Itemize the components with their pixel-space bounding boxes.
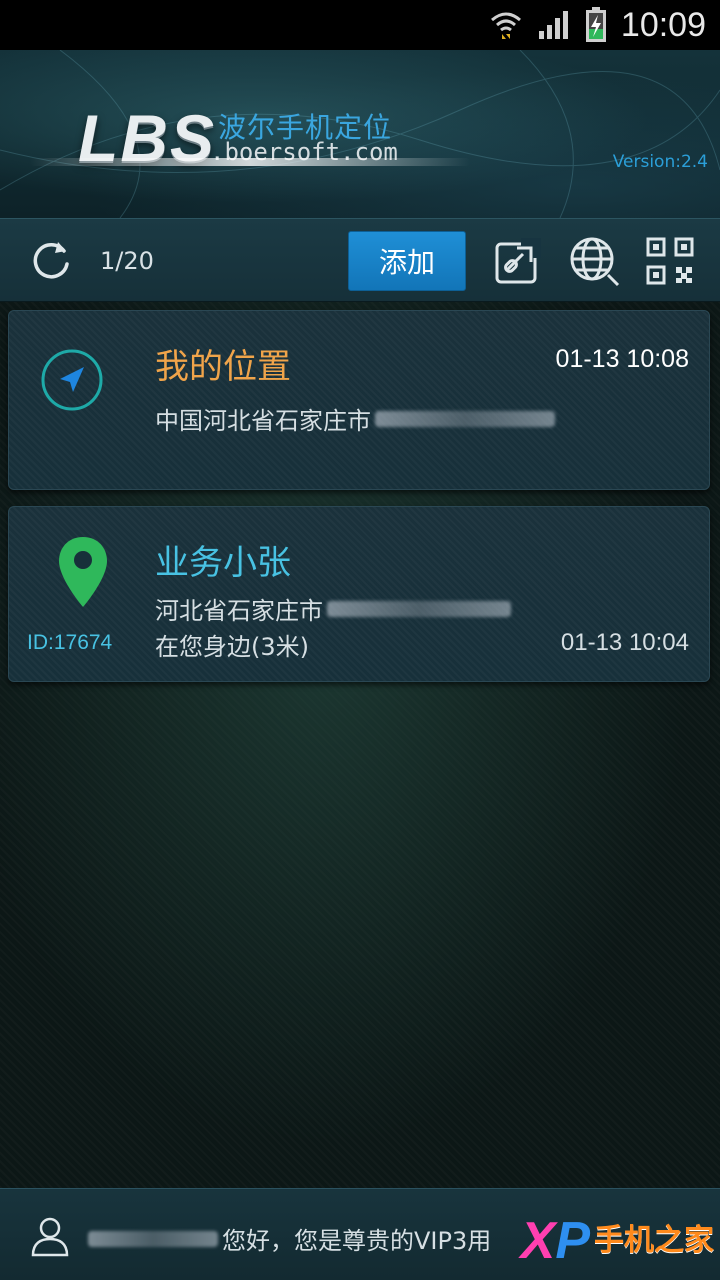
item-address: 河北省石家庄市 bbox=[155, 591, 511, 626]
device-list: 我的位置 01-13 10:08 中国河北省石家庄市 ID:17674 业务小张… bbox=[0, 302, 720, 1188]
redacted-username bbox=[88, 1230, 218, 1247]
globe-icon[interactable] bbox=[568, 235, 620, 287]
app-header: LBS 波尔手机定位 .boersoft.com Version:2.4 bbox=[0, 50, 720, 218]
user-icon[interactable] bbox=[30, 1215, 70, 1257]
compass-navigation-icon bbox=[39, 347, 105, 413]
item-address: 中国河北省石家庄市 bbox=[155, 401, 555, 436]
item-time: 01-13 10:04 bbox=[560, 629, 689, 656]
watermark-xp: XP bbox=[521, 1215, 590, 1267]
distance-text: 在您身边(3米) bbox=[155, 633, 309, 661]
redacted-address bbox=[375, 410, 555, 427]
status-time: 10:09 bbox=[620, 5, 706, 44]
bottom-bar: 您好，您是尊贵的VIP3用 XP 手机之家 bbox=[0, 1188, 720, 1280]
watermark-logo: XP 手机之家 bbox=[521, 1215, 714, 1267]
watermark-text: 手机之家 bbox=[594, 1223, 714, 1258]
item-time: 01-13 10:08 bbox=[555, 345, 689, 373]
redacted-address bbox=[327, 600, 511, 617]
battery-charging-icon bbox=[585, 7, 607, 43]
add-button[interactable]: 添加 bbox=[348, 231, 466, 291]
location-pin-icon bbox=[53, 535, 113, 611]
status-bar: 10:09 bbox=[0, 0, 720, 50]
address-text: 河北省石家庄市 bbox=[155, 597, 323, 625]
toolbar: 1/20 添加 bbox=[0, 218, 720, 302]
item-name: 业务小张 bbox=[155, 543, 291, 583]
address-text: 中国河北省石家庄市 bbox=[155, 407, 371, 435]
greeting-text: 您好，您是尊贵的VIP3用 bbox=[222, 1227, 492, 1255]
list-item-contact[interactable]: ID:17674 业务小张 河北省石家庄市 在您身边(3米) 01-13 10:… bbox=[8, 506, 710, 682]
signal-icon bbox=[537, 9, 571, 41]
watermark-p: P bbox=[555, 1212, 590, 1270]
device-id: ID:17674 bbox=[27, 631, 113, 654]
share-link-icon[interactable] bbox=[492, 235, 544, 287]
user-greeting: 您好，您是尊贵的VIP3用 bbox=[88, 1221, 491, 1256]
version-label: Version:2.4 bbox=[612, 152, 708, 172]
device-count: 1/20 bbox=[100, 247, 154, 275]
list-item-my-location[interactable]: 我的位置 01-13 10:08 中国河北省石家庄市 bbox=[8, 310, 710, 490]
logo-swoosh bbox=[30, 158, 470, 166]
wifi-icon bbox=[489, 8, 523, 42]
item-name: 我的位置 bbox=[155, 347, 291, 387]
refresh-icon[interactable] bbox=[28, 237, 74, 283]
watermark-x: X bbox=[520, 1212, 556, 1270]
qr-code-icon[interactable] bbox=[644, 235, 696, 287]
